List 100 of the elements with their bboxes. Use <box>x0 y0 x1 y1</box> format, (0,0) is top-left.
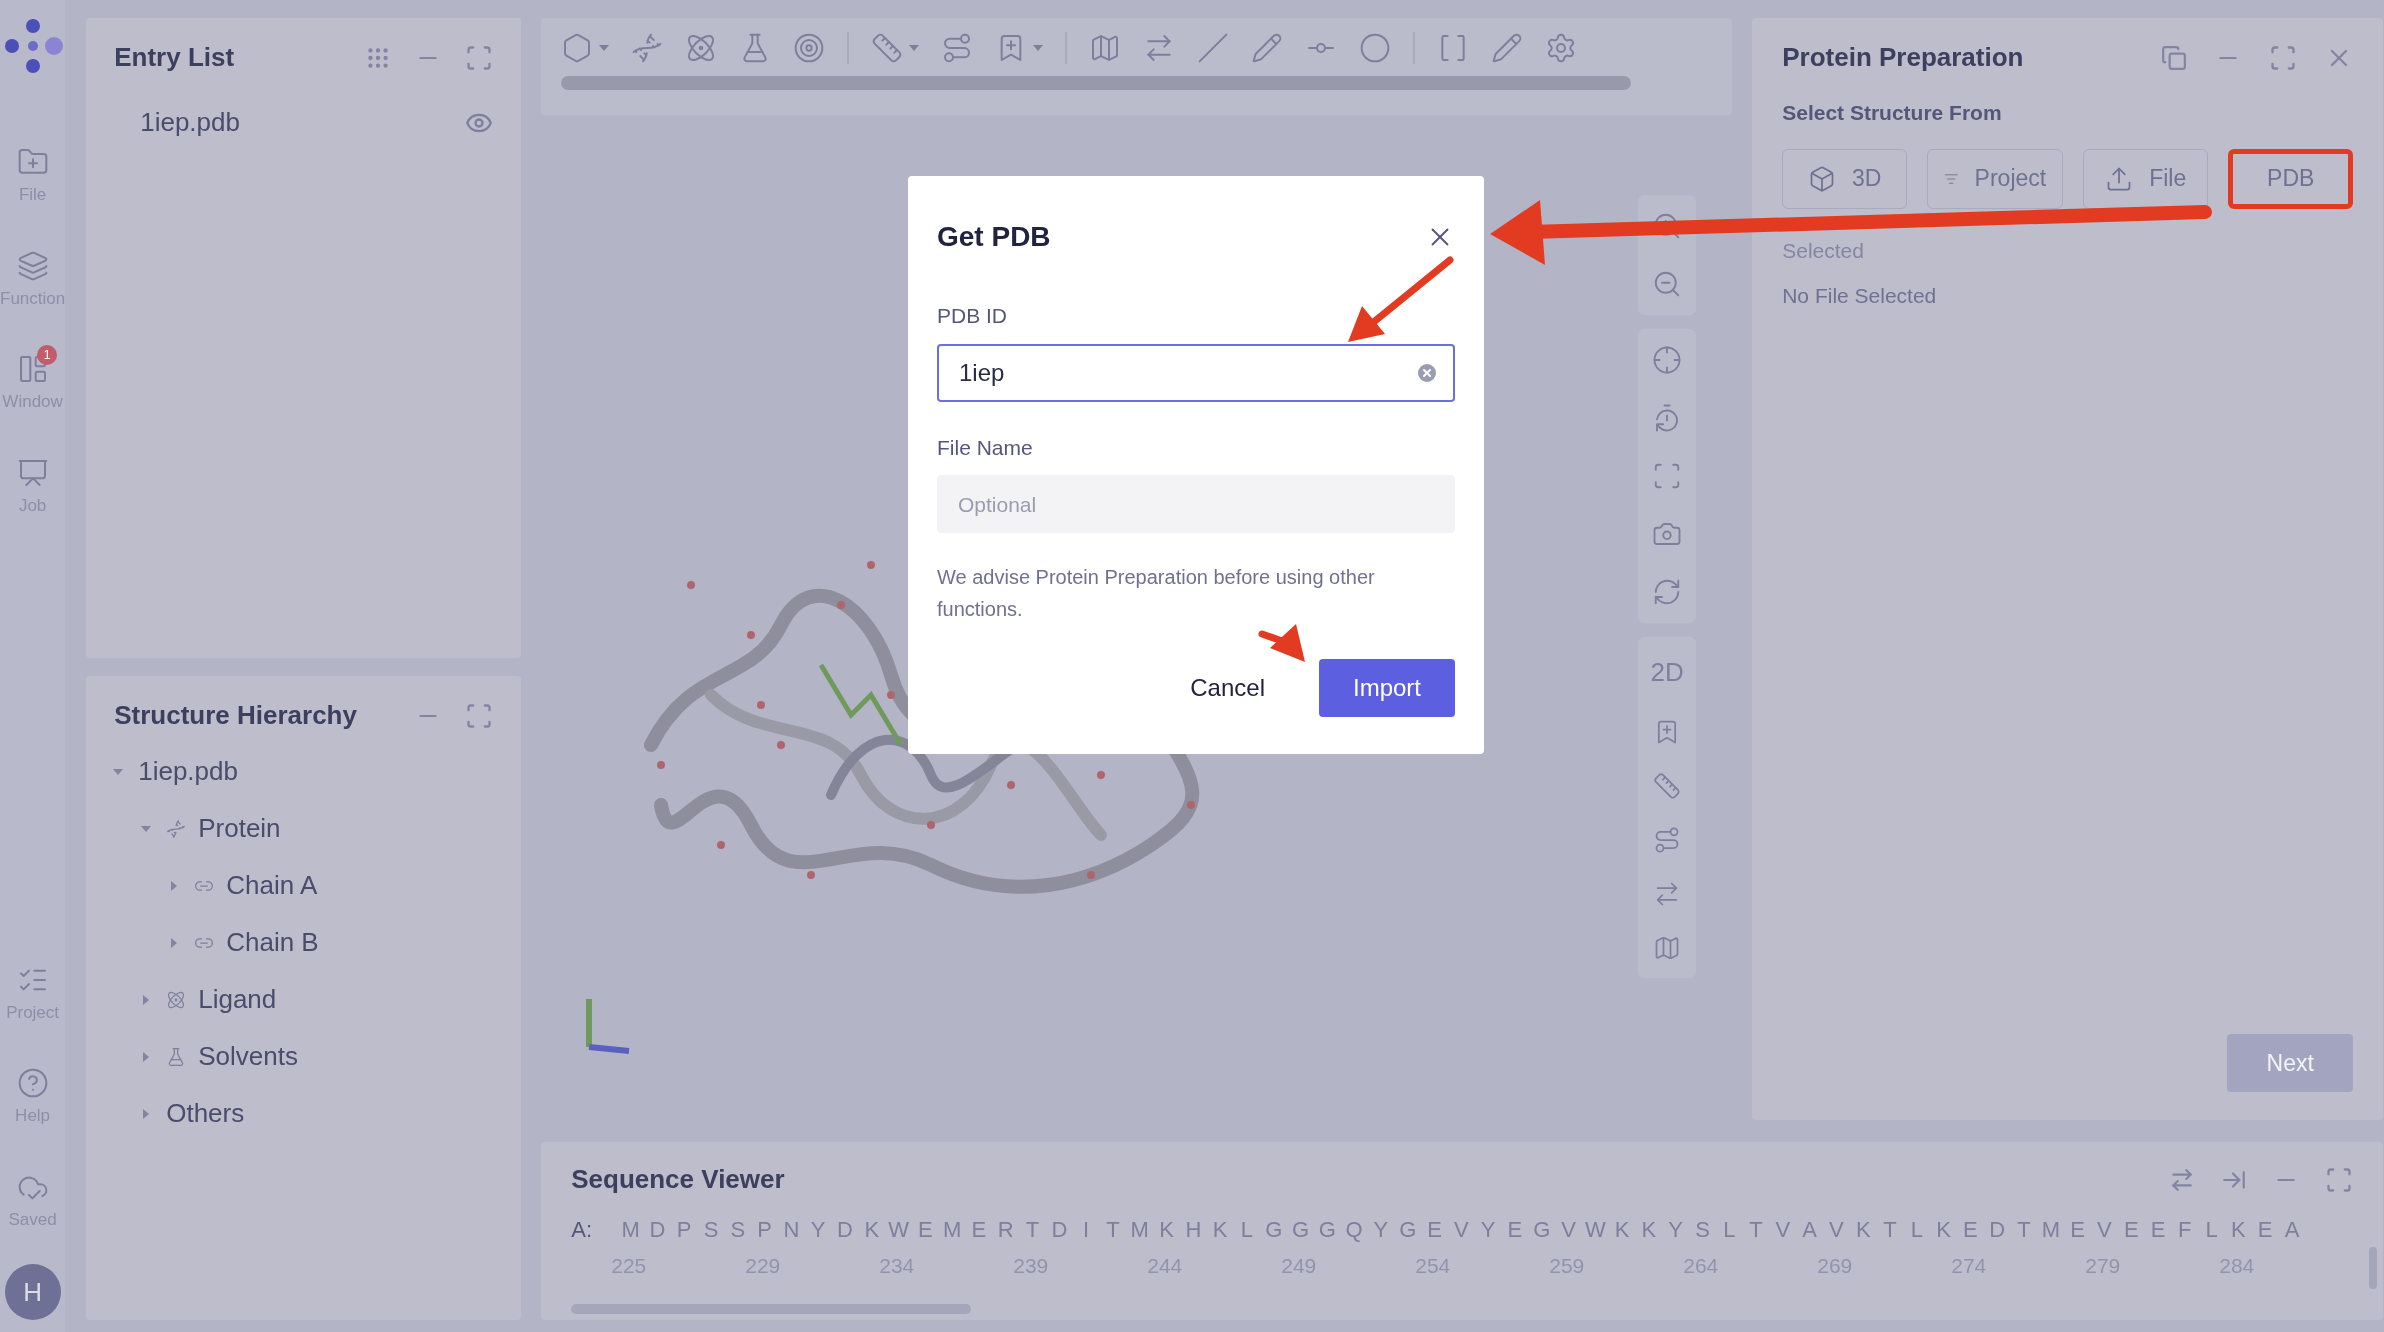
entry-item[interactable]: 1iep.pdb <box>140 103 240 142</box>
residue-letter[interactable]: G <box>1394 1213 1422 1246</box>
crosshair-icon[interactable] <box>1652 345 1683 375</box>
text-field[interactable]: Optional <box>937 475 1455 533</box>
residue-letter[interactable]: V <box>1447 1213 1475 1246</box>
help-icon[interactable] <box>16 1067 49 1099</box>
maximize-icon[interactable] <box>465 43 494 72</box>
residue-letter[interactable]: A <box>2278 1213 2306 1246</box>
vertical-scrollbar[interactable] <box>2369 1247 2378 1289</box>
residue-letter[interactable]: M <box>938 1213 966 1246</box>
pencil-icon[interactable] <box>1251 32 1284 64</box>
tree-item[interactable]: Others <box>166 1094 245 1133</box>
residue-letter[interactable]: Y <box>804 1213 832 1246</box>
residue-letter[interactable]: G <box>1287 1213 1314 1246</box>
residue-letter[interactable]: L <box>2198 1213 2225 1246</box>
copy-icon[interactable] <box>2161 44 2188 71</box>
residue-letter[interactable]: D <box>1045 1213 1073 1246</box>
residue-letter[interactable]: E <box>2117 1213 2145 1246</box>
residue-letter[interactable]: K <box>1930 1213 1958 1246</box>
residue-letter[interactable]: E <box>1501 1213 1529 1246</box>
maximize-icon[interactable] <box>465 701 494 730</box>
text-field[interactable]: 1iep <box>937 343 1455 402</box>
residue-letter[interactable]: S <box>697 1213 725 1246</box>
residue-letter[interactable]: I <box>1072 1213 1100 1246</box>
residue-letter[interactable]: G <box>1313 1213 1341 1246</box>
2d-toggle[interactable]: 2D <box>1650 653 1684 692</box>
residue-letter[interactable]: E <box>2144 1213 2172 1246</box>
target-icon[interactable] <box>793 32 826 64</box>
dropdown-caret-icon[interactable] <box>909 44 920 52</box>
residue-letter[interactable]: K <box>2225 1213 2252 1246</box>
tree-item[interactable]: Chain A <box>226 866 318 905</box>
residue-letter[interactable]: A <box>1796 1213 1824 1246</box>
residue-letter[interactable]: E <box>1957 1213 1984 1246</box>
dropdown-caret-icon[interactable] <box>599 44 610 52</box>
tree-item[interactable]: Ligand <box>198 980 277 1019</box>
residue-letter[interactable]: G <box>1260 1213 1288 1246</box>
residue-letter[interactable]: N <box>778 1213 805 1246</box>
maximize-icon[interactable] <box>2325 1165 2354 1194</box>
maximize-icon[interactable] <box>2269 43 2298 72</box>
residue-letter[interactable]: D <box>644 1213 671 1246</box>
residue-letter[interactable]: E <box>2064 1213 2092 1246</box>
line-icon[interactable] <box>1197 32 1230 64</box>
residue-letter[interactable]: Y <box>1662 1213 1690 1246</box>
residue-letter[interactable]: D <box>831 1213 859 1246</box>
residue-letter[interactable]: T <box>1876 1213 1904 1246</box>
residue-letter[interactable]: S <box>1689 1213 1716 1246</box>
residue-letter[interactable]: T <box>1099 1213 1127 1246</box>
source-button[interactable]: PDB <box>2228 148 2354 209</box>
residue-letter[interactable]: G <box>1528 1213 1556 1246</box>
residue-letter[interactable]: K <box>1153 1213 1180 1246</box>
residue-letter[interactable]: Q <box>1340 1213 1368 1246</box>
residue-letter[interactable]: T <box>1742 1213 1770 1246</box>
residue-letter[interactable]: L <box>1233 1213 1261 1246</box>
sphere-icon[interactable] <box>1359 32 1392 64</box>
residue-letter[interactable]: K <box>858 1213 886 1246</box>
source-button[interactable]: Project <box>1927 148 2064 209</box>
residue-letter[interactable]: S <box>724 1213 752 1246</box>
residue-letter[interactable]: D <box>1983 1213 2011 1246</box>
residue-letter[interactable]: K <box>1206 1213 1234 1246</box>
residue-letter[interactable]: Y <box>1367 1213 1395 1246</box>
tree-item[interactable]: 1iep.pdb <box>138 752 238 791</box>
residue-letter[interactable]: L <box>1715 1213 1743 1246</box>
pencil-icon[interactable] <box>1491 32 1524 64</box>
residue-letter[interactable]: V <box>1769 1213 1797 1246</box>
ruler-icon[interactable] <box>871 32 904 64</box>
residue-letter[interactable]: E <box>965 1213 993 1246</box>
residue-letter[interactable]: E <box>911 1213 939 1246</box>
residue-letter[interactable]: V <box>2091 1213 2118 1246</box>
residue-letter[interactable]: K <box>1635 1213 1663 1246</box>
residue-letter[interactable]: T <box>1019 1213 1046 1246</box>
residue-letter[interactable]: F <box>2171 1213 2199 1246</box>
layers-icon[interactable] <box>16 249 49 282</box>
horizontal-scrollbar[interactable] <box>561 76 1632 90</box>
tree-item[interactable]: Solvents <box>198 1037 298 1076</box>
residue-letter[interactable]: K <box>1849 1213 1877 1246</box>
residue-letter[interactable]: P <box>751 1213 778 1246</box>
residue-letter[interactable]: W <box>1581 1213 1609 1246</box>
helix-icon[interactable] <box>631 32 664 64</box>
tree-item[interactable]: Protein <box>198 809 281 848</box>
source-button[interactable]: 3D <box>1782 148 1908 209</box>
residue-letter[interactable]: E <box>2251 1213 2279 1246</box>
residue-letter[interactable]: K <box>1608 1213 1636 1246</box>
residue-letter[interactable]: V <box>1555 1213 1582 1246</box>
residue-letter[interactable]: M <box>617 1213 644 1246</box>
residue-letter[interactable]: E <box>1421 1213 1448 1246</box>
residue-letter[interactable]: H <box>1179 1213 1207 1246</box>
import-button[interactable]: Import <box>1319 659 1455 717</box>
residue-letter[interactable]: M <box>2037 1213 2065 1246</box>
residue-letter[interactable]: P <box>670 1213 698 1246</box>
residue-letter[interactable]: V <box>1823 1213 1850 1246</box>
residue-letter[interactable]: Y <box>1474 1213 1502 1246</box>
cancel-button[interactable]: Cancel <box>1156 659 1299 717</box>
residue-letter[interactable]: M <box>1126 1213 1154 1246</box>
tree-item[interactable]: Chain B <box>226 923 319 962</box>
residue-letter[interactable]: T <box>2010 1213 2038 1246</box>
ruler-icon[interactable] <box>1653 772 1682 800</box>
residue-letter[interactable]: R <box>992 1213 1020 1246</box>
residue-letter[interactable]: W <box>885 1213 912 1246</box>
user-avatar[interactable]: H <box>4 1264 61 1320</box>
horizontal-scrollbar[interactable] <box>571 1304 972 1314</box>
